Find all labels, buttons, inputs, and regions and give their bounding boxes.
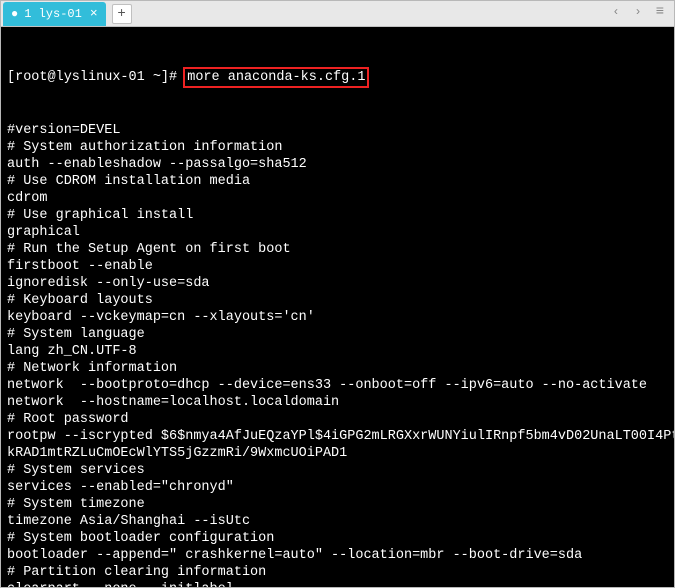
tab-add-button[interactable]: +: [112, 4, 132, 24]
chevron-right-icon: ›: [634, 5, 641, 19]
tabs-menu-button[interactable]: ≡: [652, 4, 668, 20]
content-line: # System authorization information: [7, 139, 668, 156]
content-line: firstboot --enable: [7, 258, 668, 275]
content-line: ignoredisk --only-use=sda: [7, 275, 668, 292]
content-line: graphical: [7, 224, 668, 241]
content-line: clearpart --none --initlabel: [7, 581, 668, 587]
plus-icon: +: [117, 6, 125, 22]
content-line: kRAD1mtRZLuCmOEcWlYTS5jGzzmRi/9WxmcUOiPA…: [7, 445, 668, 462]
content-line: timezone Asia/Shanghai --isUtc: [7, 513, 668, 530]
content-line: # Use graphical install: [7, 207, 668, 224]
highlighted-command: more anaconda-ks.cfg.1: [183, 67, 369, 88]
shell-prompt: [root@lyslinux-01 ~]#: [7, 70, 185, 85]
content-line: # System language: [7, 326, 668, 343]
tab-session-1[interactable]: ● 1 lys-01 ×: [3, 2, 106, 26]
tabs-scroll-left-button[interactable]: ‹: [608, 4, 624, 20]
tab-status-dot: ●: [11, 7, 18, 21]
tabs-scroll-right-button[interactable]: ›: [630, 4, 646, 20]
chevron-left-icon: ‹: [612, 5, 619, 19]
content-line: bootloader --append=" crashkernel=auto" …: [7, 547, 668, 564]
terminal-pane[interactable]: [root@lyslinux-01 ~]# more anaconda-ks.c…: [1, 27, 674, 587]
tab-bar: ● 1 lys-01 × + ‹ › ≡: [1, 1, 674, 27]
content-line: #version=DEVEL: [7, 122, 668, 139]
prompt-line: [root@lyslinux-01 ~]# more anaconda-ks.c…: [7, 67, 668, 88]
content-line: services --enabled="chronyd": [7, 479, 668, 496]
tab-label: 1 lys-01: [24, 7, 82, 21]
menu-icon: ≡: [656, 4, 664, 20]
content-line: rootpw --iscrypted $6$nmya4AfJuEQzaYPl$4…: [7, 428, 668, 445]
content-line: # System services: [7, 462, 668, 479]
content-line: keyboard --vckeymap=cn --xlayouts='cn': [7, 309, 668, 326]
content-line: lang zh_CN.UTF-8: [7, 343, 668, 360]
app-window: ● 1 lys-01 × + ‹ › ≡ [root@lyslinux-01 ~…: [0, 0, 675, 588]
content-line: # Keyboard layouts: [7, 292, 668, 309]
content-line: # Root password: [7, 411, 668, 428]
content-line: # Partition clearing information: [7, 564, 668, 581]
tab-close-icon[interactable]: ×: [90, 6, 98, 21]
content-line: # Use CDROM installation media: [7, 173, 668, 190]
content-line: auth --enableshadow --passalgo=sha512: [7, 156, 668, 173]
file-content: #version=DEVEL# System authorization inf…: [7, 122, 668, 587]
content-line: # Run the Setup Agent on first boot: [7, 241, 668, 258]
content-line: # System timezone: [7, 496, 668, 513]
content-line: network --hostname=localhost.localdomain: [7, 394, 668, 411]
content-line: network --bootproto=dhcp --device=ens33 …: [7, 377, 668, 394]
tabbar-controls: ‹ › ≡: [608, 4, 668, 20]
content-line: # System bootloader configuration: [7, 530, 668, 547]
content-line: cdrom: [7, 190, 668, 207]
content-line: # Network information: [7, 360, 668, 377]
